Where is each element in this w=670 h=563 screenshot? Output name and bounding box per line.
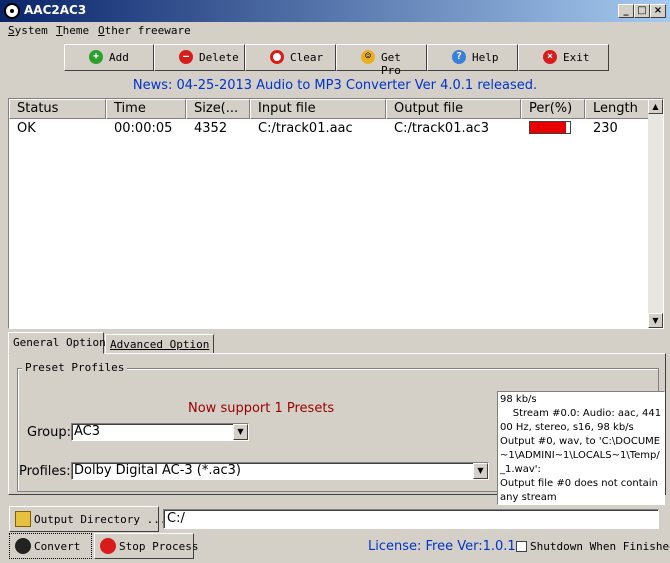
exit-button[interactable]: × Exit [518, 44, 609, 71]
menu-bar: System Theme Other freeware [0, 22, 670, 42]
output-directory-input[interactable]: C:/ [163, 509, 659, 529]
row-length: 230 [593, 121, 618, 136]
presets-support-text: Now support 1 Presets [188, 401, 335, 416]
log-line: Stream #0.0: Audio: aac, 44100 Hz, stere… [500, 408, 662, 433]
tab-advanced-option[interactable]: Advanced Option [105, 334, 214, 354]
stop-process-button[interactable]: Stop Process [94, 533, 198, 559]
file-list-header: Status Time Size(... Input file Output f… [9, 99, 649, 119]
file-list-scrollbar[interactable]: ▲ ▼ [648, 99, 663, 328]
add-icon: + [89, 50, 103, 64]
log-line: 98 kb/s [500, 394, 537, 405]
column-size[interactable]: Size(... [186, 99, 250, 119]
smiley-icon: ☺ [361, 50, 375, 64]
delete-icon: – [179, 50, 193, 64]
exit-icon: × [543, 50, 557, 64]
tab-general-option[interactable]: General Option [8, 332, 106, 354]
maximize-button[interactable]: □ [634, 4, 650, 18]
folder-icon [15, 511, 31, 527]
progress-fill [530, 122, 566, 133]
column-input-file[interactable]: Input file [250, 99, 386, 119]
menu-system[interactable]: System [8, 24, 48, 37]
clear-icon [270, 50, 284, 64]
general-option-panel: Preset Profiles Now support 1 Presets Gr… [8, 353, 666, 505]
help-button[interactable]: ? Help [427, 44, 518, 71]
log-line: Output #0, wav, to 'C:\DOCUME~1\ADMINI~1… [500, 436, 661, 475]
help-icon: ? [452, 50, 466, 64]
convert-button[interactable]: Convert [9, 533, 92, 559]
column-status[interactable]: Status [9, 99, 106, 119]
profiles-label: Profiles: [19, 464, 71, 479]
row-input-file: C:/track01.aac [258, 121, 353, 136]
column-length[interactable]: Length [585, 99, 649, 119]
output-directory-button[interactable]: Output Directory ... [9, 506, 166, 532]
window-title: AAC2AC3 [24, 3, 87, 17]
scroll-down-arrow-icon[interactable]: ▼ [648, 313, 663, 328]
group-label: Group: [27, 425, 71, 440]
group-select-value: AC3 [74, 424, 101, 439]
profiles-select-value: Dolby Digital AC-3 (*.ac3) [74, 463, 241, 478]
app-film-reel-icon [4, 3, 20, 19]
row-output-file: C:/track01.ac3 [394, 121, 489, 136]
profiles-select[interactable]: Dolby Digital AC-3 (*.ac3) ▼ [71, 462, 489, 480]
row-size: 4352 [194, 121, 228, 136]
chevron-down-icon[interactable]: ▼ [473, 463, 488, 479]
stop-icon [100, 538, 116, 554]
delete-button[interactable]: – Delete [154, 44, 245, 71]
title-bar: AAC2AC3 _ □ × [0, 0, 670, 22]
group-select[interactable]: AC3 ▼ [71, 423, 249, 441]
close-button[interactable]: × [650, 4, 666, 18]
preset-profiles-group: Preset Profiles Now support 1 Presets Gr… [17, 361, 665, 505]
column-time[interactable]: Time [106, 99, 186, 119]
file-list[interactable]: Status Time Size(... Input file Output f… [8, 98, 664, 329]
scroll-up-arrow-icon[interactable]: ▲ [648, 99, 663, 114]
column-output-file[interactable]: Output file [386, 99, 521, 119]
film-reel-icon [15, 538, 31, 554]
menu-other-freeware[interactable]: Other freeware [98, 24, 191, 37]
row-status: OK [17, 121, 36, 136]
row-time: 00:00:05 [114, 121, 173, 136]
clear-button[interactable]: Clear [245, 44, 336, 71]
row-progress-bar [529, 121, 571, 134]
news-link[interactable]: News: 04-25-2013 Audio to MP3 Converter … [0, 78, 670, 93]
license-text: License: Free Ver:1.0.1 [368, 539, 516, 554]
minimize-button[interactable]: _ [618, 4, 634, 18]
shutdown-checkbox[interactable] [516, 541, 527, 552]
log-line: Output file #0 does not contain any stre… [500, 478, 662, 503]
conversion-log[interactable]: 98 kb/s Stream #0.0: Audio: aac, 44100 H… [497, 391, 665, 505]
shutdown-label[interactable]: Shutdown When Finished [530, 540, 670, 553]
get-pro-button[interactable]: ☺ Get Pro [336, 44, 427, 77]
chevron-down-icon[interactable]: ▼ [233, 424, 248, 440]
menu-theme[interactable]: Theme [56, 24, 89, 37]
column-percent[interactable]: Per(%) [521, 99, 585, 119]
preset-profiles-legend: Preset Profiles [22, 361, 128, 374]
add-button[interactable]: + Add [64, 44, 154, 71]
